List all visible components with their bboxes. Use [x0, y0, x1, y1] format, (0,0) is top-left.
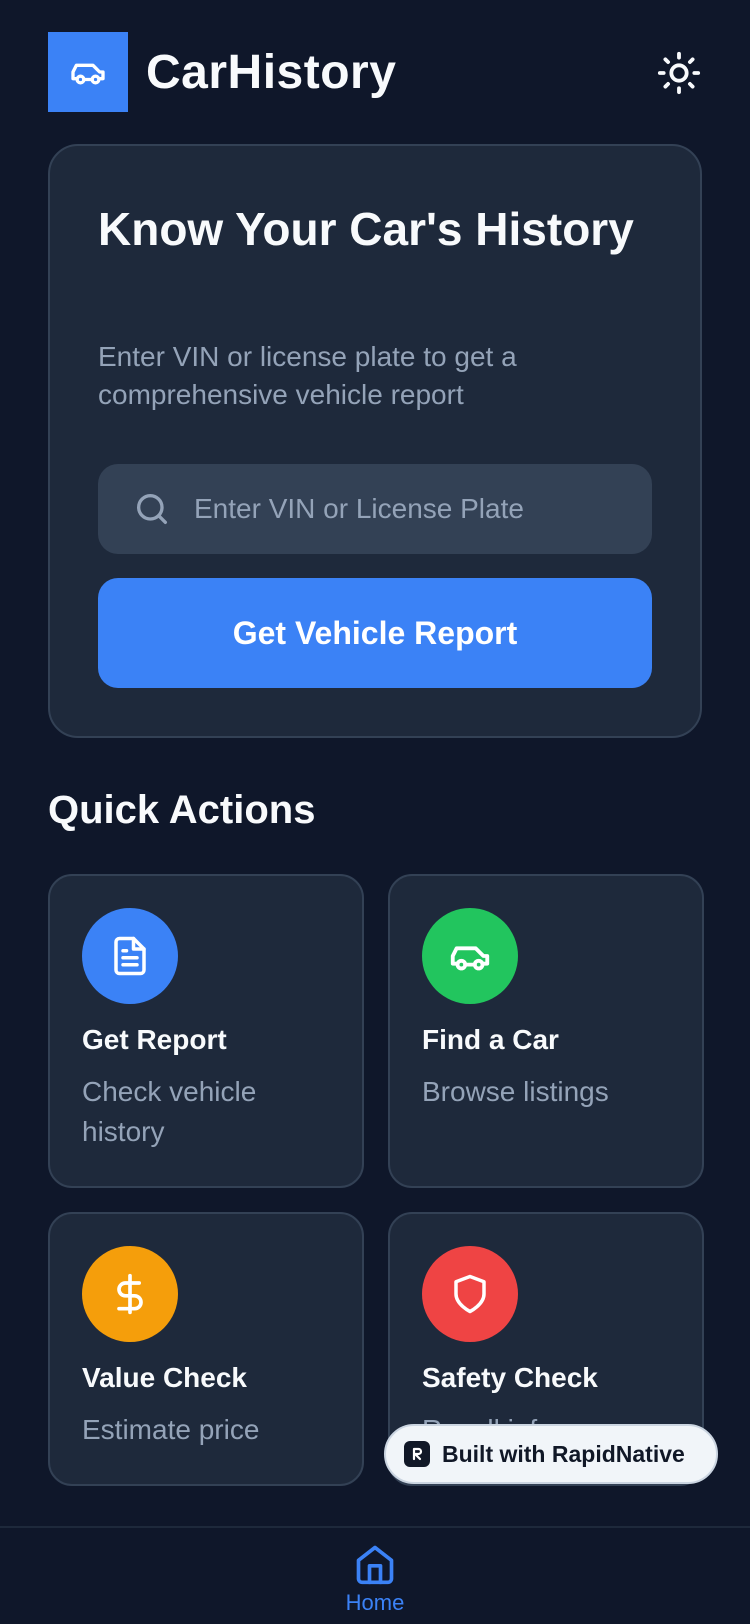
- quick-action-title: Value Check: [82, 1362, 247, 1393]
- document-icon: [114, 936, 146, 976]
- car-icon: [71, 63, 105, 85]
- find-car-icon-circle: [422, 908, 518, 1004]
- rapidnative-logo-icon: [404, 1441, 430, 1467]
- quick-actions-title: Quick Actions: [48, 788, 316, 832]
- vin-search-input[interactable]: [194, 479, 652, 539]
- get-report-icon-circle: [82, 908, 178, 1004]
- car-icon: [450, 946, 490, 971]
- app-screen: CarHistory Know Your Car's History Enter…: [0, 0, 750, 1624]
- quick-action-find-car[interactable]: Find a Car Browse listings: [388, 874, 704, 1188]
- badge-label: Built with RapidNative: [442, 1440, 685, 1467]
- home-icon: [356, 1545, 394, 1585]
- shield-icon: [454, 1274, 486, 1314]
- built-with-badge[interactable]: Built with RapidNative: [384, 1424, 718, 1484]
- nav-item-home[interactable]: Home: [330, 1542, 420, 1624]
- quick-action-subtitle: Estimate price: [82, 1414, 260, 1445]
- quick-action-title: Find a Car: [422, 1024, 559, 1055]
- hero-title: Know Your Car's History: [98, 203, 634, 255]
- header: CarHistory: [48, 32, 702, 112]
- vehicle-search-card: Know Your Car's History Enter VIN or lic…: [48, 144, 702, 738]
- get-vehicle-report-button[interactable]: Get Vehicle Report: [98, 578, 652, 688]
- quick-action-title: Safety Check: [422, 1362, 598, 1393]
- quick-action-title: Get Report: [82, 1024, 227, 1055]
- value-check-icon-circle: [82, 1246, 178, 1342]
- bottom-nav: Home: [0, 1526, 750, 1624]
- nav-item-label: Home: [345, 1590, 405, 1615]
- app-title: CarHistory: [146, 45, 397, 99]
- theme-toggle-button[interactable]: [656, 50, 702, 96]
- search-field[interactable]: [98, 464, 652, 554]
- search-icon: [137, 494, 167, 524]
- quick-action-subtitle: Check vehicle history: [82, 1076, 257, 1147]
- quick-action-get-report[interactable]: Get Report Check vehicle history: [48, 874, 364, 1188]
- quick-action-subtitle: Browse listings: [422, 1076, 609, 1107]
- hero-subtitle: Enter VIN or license plate to get a comp…: [98, 341, 517, 410]
- safety-check-icon-circle: [422, 1246, 518, 1342]
- sun-icon: [657, 51, 701, 95]
- dollar-icon: [117, 1273, 143, 1315]
- quick-action-value-check[interactable]: Value Check Estimate price: [48, 1212, 364, 1486]
- app-logo: [48, 32, 128, 112]
